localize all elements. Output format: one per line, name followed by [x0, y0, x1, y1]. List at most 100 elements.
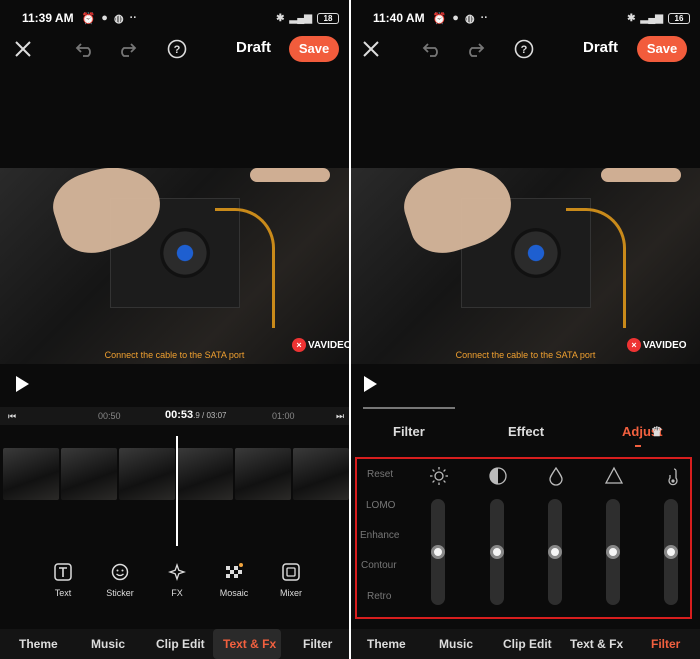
more-icon: ·· — [129, 11, 137, 24]
nav-text-fx[interactable]: Text & Fx — [223, 637, 276, 651]
close-icon[interactable] — [360, 36, 382, 62]
signal-icon: ▂▄▆ — [289, 12, 312, 24]
filter-item[interactable]: LOMO — [366, 500, 395, 511]
clip-frame — [61, 448, 117, 500]
clip-frame — [3, 448, 59, 500]
crown-icon: ♛ — [651, 424, 663, 439]
facebook-icon: ● — [101, 11, 108, 24]
save-button[interactable]: Save — [637, 36, 687, 62]
temperature-slider[interactable] — [664, 499, 678, 605]
more-icon: ·· — [480, 11, 488, 24]
remove-watermark-icon[interactable]: × — [627, 338, 641, 352]
tab-effect[interactable]: Effect — [508, 424, 544, 439]
bottom-nav: Theme Music Clip Edit Text & Fx Filter — [351, 629, 700, 659]
clip-frame — [293, 448, 349, 500]
contrast-slider[interactable] — [490, 499, 504, 605]
tab-filter[interactable]: Filter — [393, 424, 425, 439]
editor-toolbar: ? Draft Save — [351, 36, 700, 62]
nav-music[interactable]: Music — [91, 637, 125, 651]
tool-mosaic[interactable]: Mosaic — [209, 562, 259, 598]
clip-frame — [235, 448, 291, 500]
text-icon — [53, 562, 73, 582]
battery-icon: 18 — [317, 12, 339, 24]
status-bar: 11:40 AM ⏰ ● ◍ ·· ✱ ▂▄▆ 16 — [351, 0, 700, 36]
saturation-slider[interactable] — [548, 499, 562, 605]
filter-tabs: Filter Effect Adjust ♛ — [351, 407, 700, 455]
status-bar: 11:39 AM ⏰ ● ◍ ·· ✱ ▂▄▆ 18 — [0, 0, 349, 36]
temperature-icon — [662, 465, 684, 487]
sticker-icon — [110, 562, 130, 582]
skip-end-icon[interactable]: ⏭ — [336, 411, 344, 422]
editor-toolbar: ? Draft Save — [0, 36, 349, 62]
filter-item[interactable]: Reset — [367, 469, 393, 480]
slider-knob[interactable] — [664, 545, 678, 559]
filter-item[interactable]: Contour — [361, 560, 397, 571]
remove-watermark-icon[interactable]: × — [292, 338, 306, 352]
status-time: 11:40 AM — [373, 11, 425, 25]
undo-icon[interactable] — [421, 36, 443, 62]
nav-music[interactable]: Music — [439, 637, 473, 651]
play-icon[interactable] — [362, 375, 378, 393]
slider-knob[interactable] — [490, 545, 504, 559]
text-fx-tools: Text Sticker FX Mosaic Mixer — [0, 562, 349, 607]
slider-knob[interactable] — [548, 545, 562, 559]
sharpen-icon — [603, 465, 625, 487]
tool-sticker[interactable]: Sticker — [95, 562, 145, 598]
watermark: × VAVIDEO — [292, 338, 349, 352]
time-mark-start: 00:50 — [98, 411, 121, 421]
status-time: 11:39 AM — [22, 11, 74, 25]
video-preview[interactable]: Connect the cable to the SATA port — [0, 168, 349, 364]
sharpen-slider[interactable] — [606, 499, 620, 605]
bluetooth-icon: ✱ — [627, 12, 636, 24]
tool-text[interactable]: Text — [38, 562, 88, 598]
bottom-nav: Theme Music Clip Edit Text & Fx Filter — [0, 629, 349, 659]
close-icon[interactable] — [12, 36, 34, 62]
nav-text-fx[interactable]: Text & Fx — [570, 637, 623, 651]
draft-label: Draft — [236, 39, 272, 56]
watermark: × VAVIDEO — [627, 338, 687, 352]
filter-item[interactable]: Retro — [367, 591, 391, 602]
contrast-icon — [487, 465, 509, 487]
alarm-icon: ⏰ — [81, 12, 96, 25]
tool-fx[interactable]: FX — [152, 562, 202, 598]
tool-mixer[interactable]: Mixer — [266, 562, 316, 598]
slider-knob[interactable] — [606, 545, 620, 559]
svg-text:?: ? — [521, 44, 528, 56]
nav-filter[interactable]: Filter — [303, 637, 332, 651]
nav-theme[interactable]: Theme — [19, 637, 58, 651]
help-icon[interactable]: ? — [513, 36, 535, 62]
brightness-slider[interactable] — [431, 499, 445, 605]
nav-theme[interactable]: Theme — [367, 637, 406, 651]
skip-start-icon[interactable]: ⏮ — [8, 411, 16, 422]
battery-icon: 16 — [668, 12, 690, 24]
timeline-ruler[interactable]: ⏮ 00:50 00:53.9 / 03:07 01:00 ⏭ — [0, 407, 349, 425]
nav-filter[interactable]: Filter — [651, 637, 680, 651]
filter-item[interactable]: Enhance — [360, 530, 399, 541]
clip-frame — [177, 448, 233, 500]
nav-clip-edit[interactable]: Clip Edit — [156, 637, 205, 651]
svg-text:?: ? — [174, 44, 181, 56]
slider-knob[interactable] — [431, 545, 445, 559]
bluetooth-icon: ✱ — [276, 12, 285, 24]
help-icon[interactable]: ? — [166, 36, 188, 62]
current-time: 00:53.9 / 03:07 — [165, 409, 227, 421]
brightness-icon — [428, 465, 450, 487]
redo-icon[interactable] — [464, 36, 486, 62]
save-button[interactable]: Save — [289, 36, 339, 62]
right-screenshot: 11:40 AM ⏰ ● ◍ ·· ✱ ▂▄▆ 16 ? Draft Save — [351, 0, 700, 659]
alarm-icon: ⏰ — [432, 12, 447, 25]
nav-clip-edit[interactable]: Clip Edit — [503, 637, 552, 651]
mixer-icon — [281, 562, 301, 582]
mosaic-icon — [224, 562, 244, 582]
clip-frame — [119, 448, 175, 500]
video-preview[interactable]: Connect the cable to the SATA port — [351, 168, 700, 364]
saturation-icon — [545, 465, 567, 487]
playhead[interactable] — [176, 436, 178, 546]
facebook-icon: ● — [452, 11, 459, 24]
undo-icon[interactable] — [74, 36, 96, 62]
draft-label: Draft — [583, 39, 619, 56]
redo-icon[interactable] — [116, 36, 138, 62]
app-icon: ◍ — [113, 12, 124, 25]
play-icon[interactable] — [14, 375, 30, 393]
app-icon: ◍ — [464, 12, 475, 25]
